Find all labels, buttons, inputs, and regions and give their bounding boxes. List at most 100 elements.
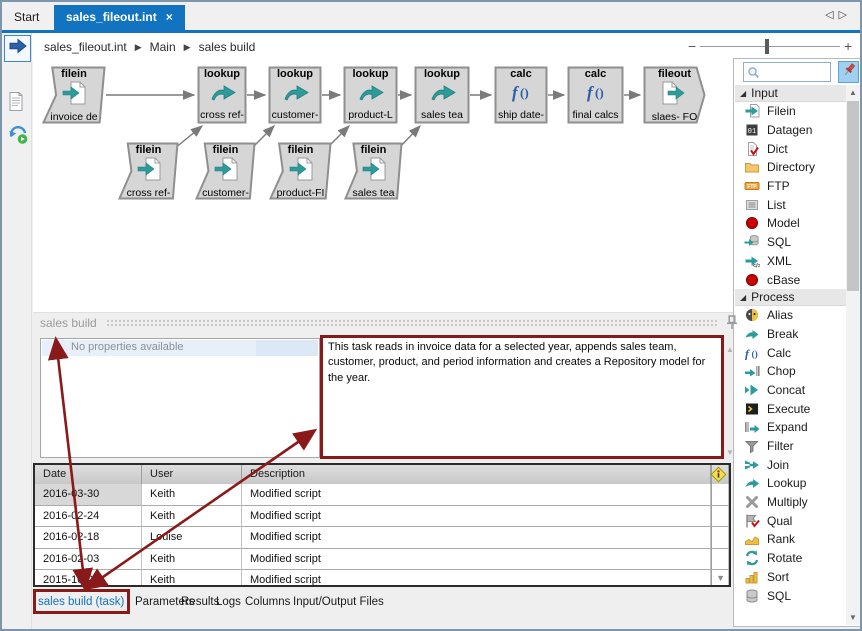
panel-tab-columns[interactable]: Columns [245, 596, 290, 608]
palette-item-alias[interactable]: Alias [735, 306, 847, 325]
tab-sales-fileout-int[interactable]: sales_fileout.int× [54, 5, 185, 30]
table-row[interactable]: 2016-02-24KeithModified script [35, 506, 729, 528]
table-cell[interactable]: Modified script [242, 484, 711, 506]
table-cell[interactable]: 2015-10-20 [35, 570, 142, 587]
flow-node-lookup-product-l[interactable]: lookupproduct-L [343, 66, 398, 124]
breadcrumb-item[interactable]: sales_fileout.int [44, 40, 127, 54]
palette-item-datagen[interactable]: 01Datagen [735, 121, 847, 140]
palette-item-sql[interactable]: SQL [735, 233, 847, 252]
palette-item-xml[interactable]: </>XML [735, 252, 847, 271]
task-description-textarea[interactable]: This task reads in invoice data for a se… [320, 335, 724, 459]
table-cell[interactable]: Keith [142, 549, 242, 571]
table-cell[interactable]: Modified script [242, 527, 711, 549]
palette-group-input[interactable]: ◢Input [735, 85, 847, 102]
table-cell[interactable]: 2016-02-03 [35, 549, 142, 571]
flow-node-lookup-sales-tea[interactable]: lookupsales tea [414, 66, 470, 124]
flow-node-filein-sales-tea[interactable]: fileinsales tea [344, 142, 403, 200]
flow-node-lookup-customer-[interactable]: lookupcustomer- [268, 66, 322, 124]
table-cell[interactable]: Keith [142, 570, 242, 587]
panel-tab-results[interactable]: Results [181, 596, 219, 608]
table-scroll-down-icon[interactable]: ▼ [716, 573, 725, 583]
panel-tab-logs[interactable]: Logs [216, 596, 241, 608]
palette-item-sort[interactable]: Sort [735, 568, 847, 587]
table-row[interactable]: 2016-02-18LouiseModified script [35, 527, 729, 549]
scrollbar-thumb[interactable] [847, 101, 859, 291]
palette-scrollbar[interactable]: ▲ ▼ [846, 85, 860, 625]
history-button[interactable] [7, 123, 29, 150]
palette-item-rank[interactable]: Rank [735, 530, 847, 549]
table-row[interactable]: 2015-10-20KeithModified script [35, 570, 729, 587]
zoom-in-button[interactable]: + [844, 38, 852, 54]
tab-start[interactable]: Start [2, 5, 51, 30]
table-row[interactable]: 2016-02-03KeithModified script [35, 549, 729, 571]
zoom-out-button[interactable]: − [688, 38, 696, 54]
table-cell[interactable]: Modified script [242, 549, 711, 571]
table-cell[interactable]: Keith [142, 506, 242, 528]
palette-item-ftp[interactable]: FTPFTP [735, 177, 847, 196]
table-cell[interactable]: Keith [142, 484, 242, 506]
palette-item-label: Execute [767, 402, 810, 416]
breadcrumb-item[interactable]: sales build [199, 40, 256, 54]
palette-search-input[interactable] [743, 62, 831, 82]
table-cell[interactable]: 2016-02-18 [35, 527, 142, 549]
flow-node-calc-final-calcs[interactable]: calcf()final calcs [567, 66, 624, 124]
palette-item-concat[interactable]: Concat [735, 381, 847, 400]
palette-item-dict[interactable]: Dict [735, 139, 847, 158]
flow-node-filein-product-fi[interactable]: fileinproduct-FI [269, 142, 332, 200]
description-scroll-up-icon[interactable]: ▲ [726, 345, 734, 354]
palette-group-process[interactable]: ◢Process [735, 289, 847, 306]
chop-icon [744, 363, 760, 379]
scroll-up-icon[interactable]: ▲ [846, 88, 860, 97]
palette-item-list[interactable]: List [735, 195, 847, 214]
flow-node-lookup-cross-ref-[interactable]: lookupcross ref- [197, 66, 247, 124]
table-row[interactable]: 2016-03-30KeithModified script [35, 484, 729, 506]
palette-item-multiply[interactable]: Multiply [735, 493, 847, 512]
nav-back-icon[interactable]: ◁ [825, 9, 838, 21]
palette-item-cbase[interactable]: cBase [735, 270, 847, 289]
flow-node-calc-ship-date-[interactable]: calcf()ship date- [494, 66, 548, 124]
palette-item-chop[interactable]: Chop [735, 362, 847, 381]
tab-nav-arrows[interactable]: ◁▷ [825, 8, 852, 21]
run-button[interactable] [4, 35, 31, 62]
table-cell[interactable]: Modified script [242, 506, 711, 528]
description-scroll-down-icon[interactable]: ▼ [726, 448, 734, 457]
palette-item-rotate[interactable]: Rotate [735, 549, 847, 568]
table-cell[interactable]: 2016-03-30 [35, 484, 142, 506]
palette-item-break[interactable]: Break [735, 325, 847, 344]
palette-item-directory[interactable]: Directory [735, 158, 847, 177]
panel-tab-sales-build-task-[interactable]: sales build (task) [38, 596, 124, 608]
flow-node-filein-customer-[interactable]: fileincustomer- [195, 142, 256, 200]
script-button[interactable] [7, 91, 25, 117]
zoom-slider-handle[interactable] [765, 39, 769, 54]
panel-pin-icon[interactable] [726, 315, 738, 335]
palette-item-filein[interactable]: Filein [735, 102, 847, 121]
palette-item-filter[interactable]: Filter [735, 437, 847, 456]
flow-node-fileout-slaes-fo[interactable]: fileoutslaes- FO [643, 66, 706, 124]
palette-item-expand[interactable]: Expand [735, 418, 847, 437]
palette-item-calc[interactable]: f()Calc [735, 343, 847, 362]
palette-item-sql[interactable]: SQL [735, 586, 847, 605]
column-header-user[interactable]: User [142, 465, 242, 484]
table-cell[interactable]: 2016-02-24 [35, 506, 142, 528]
palette-item-join[interactable]: Join [735, 455, 847, 474]
breadcrumb-item[interactable]: Main [150, 40, 176, 54]
palette-pin-button[interactable] [838, 61, 859, 83]
palette-item-model[interactable]: Model [735, 214, 847, 233]
flow-node-filein-cross-ref-[interactable]: fileincross ref- [118, 142, 179, 200]
column-header-date[interactable]: Date [35, 465, 142, 484]
warning-icon[interactable] [710, 466, 727, 488]
palette-item-qual[interactable]: Qual [735, 511, 847, 530]
flow-node-filein-invoice-de[interactable]: fileininvoice de [42, 66, 106, 124]
column-header-description[interactable]: Description [242, 465, 711, 484]
panel-tab-input-output-files[interactable]: Input/Output Files [293, 596, 384, 608]
table-cell[interactable]: Modified script [242, 570, 711, 587]
close-icon[interactable]: × [166, 10, 173, 24]
palette-item-lookup[interactable]: Lookup [735, 474, 847, 493]
panel-drag-handle[interactable] [106, 319, 718, 327]
palette-item-execute[interactable]: Execute [735, 399, 847, 418]
zoom-slider[interactable] [700, 46, 840, 47]
scroll-down-icon[interactable]: ▼ [846, 613, 860, 622]
nav-forward-icon[interactable]: ▷ [839, 9, 852, 21]
flow-canvas[interactable]: fileininvoice de lookupcross ref-lookupcu… [33, 61, 733, 312]
table-cell[interactable]: Louise [142, 527, 242, 549]
